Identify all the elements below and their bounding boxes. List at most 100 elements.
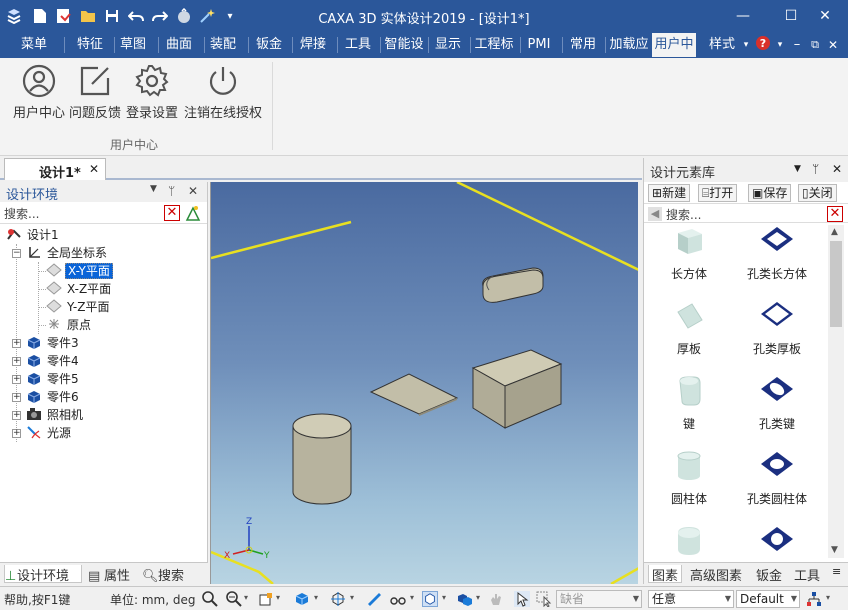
panel-close-icon[interactable]: ✕ bbox=[832, 162, 842, 176]
menu-item-tools[interactable]: 工具 bbox=[340, 33, 376, 57]
scroll-down-icon[interactable]: ▼ bbox=[831, 545, 838, 555]
tree-item-camera[interactable]: 照相机 bbox=[26, 406, 85, 424]
tree-expand-icon[interactable]: + bbox=[12, 429, 21, 438]
tab-close-icon[interactable]: ✕ bbox=[89, 162, 99, 176]
part-dropdown-icon[interactable]: ▾ bbox=[476, 593, 480, 602]
tree-item-global-coords[interactable]: 全局坐标系 bbox=[26, 244, 109, 262]
tab-primitives[interactable]: 图素 bbox=[648, 565, 682, 584]
zoom-dropdown-icon[interactable]: ▾ bbox=[244, 593, 248, 602]
lib-item-hole-plate[interactable]: 孔类厚板 bbox=[732, 300, 822, 372]
tree-expand-icon[interactable]: + bbox=[12, 339, 21, 348]
tree-expand-icon[interactable]: + bbox=[12, 375, 21, 384]
library-scrollbar[interactable]: ▲ ▼ bbox=[828, 225, 844, 558]
shading-icon[interactable] bbox=[366, 591, 382, 607]
menu-item-welding[interactable]: 焊接 bbox=[296, 33, 330, 57]
menu-item-style[interactable]: 样式 bbox=[704, 33, 740, 57]
menu-item-assembly[interactable]: 装配 bbox=[206, 33, 240, 57]
select-dotted-icon[interactable] bbox=[536, 591, 552, 607]
tab-advanced-primitives[interactable]: 高级图素 bbox=[690, 565, 742, 584]
back-arrow-icon[interactable]: ◀ bbox=[648, 207, 662, 221]
view-box-icon[interactable] bbox=[258, 591, 274, 607]
tree-item-light[interactable]: 光源 bbox=[26, 424, 73, 442]
menu-item-feature[interactable]: 特征 bbox=[68, 33, 112, 57]
lib-item-cylinder[interactable]: 圆柱体 bbox=[644, 450, 734, 522]
tree-item-design1[interactable]: 设计1 bbox=[6, 226, 61, 244]
lib-item-key[interactable]: 键 bbox=[644, 375, 734, 447]
menu-item-sheet-metal[interactable]: 钣金 bbox=[252, 33, 286, 57]
cylinder-solid[interactable] bbox=[292, 413, 352, 505]
tree-item-part4[interactable]: 零件4 bbox=[26, 352, 81, 370]
library-new-button[interactable]: ⊞新建 bbox=[648, 184, 691, 202]
doc-close-icon[interactable]: ✕ bbox=[826, 33, 840, 57]
menu-item-pmi[interactable]: PMI bbox=[522, 33, 556, 57]
hand-pan-icon[interactable] bbox=[488, 591, 504, 607]
menu-item-load-app[interactable]: 加载应 bbox=[607, 33, 651, 57]
tree-search-input[interactable]: 搜索... bbox=[4, 205, 39, 222]
lib-item-hole-cylinder[interactable]: 孔类圆柱体 bbox=[732, 450, 822, 522]
panel-menu-icon[interactable]: ▼ bbox=[794, 164, 801, 174]
tree-item-part3[interactable]: 零件3 bbox=[26, 334, 81, 352]
minimize-button[interactable]: — bbox=[720, 0, 766, 32]
key-solid[interactable] bbox=[482, 267, 544, 303]
menu-item-smart-design[interactable]: 智能设 bbox=[382, 33, 426, 57]
zoom-fit-icon[interactable] bbox=[202, 591, 218, 607]
tree-item-origin[interactable]: 原点 bbox=[46, 316, 93, 334]
3d-viewport[interactable]: Z X Y bbox=[210, 182, 638, 584]
plate-solid[interactable] bbox=[369, 373, 459, 416]
lib-item-hole-key[interactable]: 孔类键 bbox=[732, 375, 822, 447]
tree-item-part6[interactable]: 零件6 bbox=[26, 388, 81, 406]
network-dropdown-icon[interactable]: ▾ bbox=[826, 593, 830, 602]
menu-item-user-center[interactable]: 用户中 bbox=[652, 33, 696, 57]
tree-expand-icon[interactable]: + bbox=[12, 357, 21, 366]
select-arrow-icon[interactable] bbox=[514, 591, 530, 607]
lib-item-thick-plate[interactable]: 厚板 bbox=[644, 300, 734, 372]
panel-close-icon[interactable]: ✕ bbox=[188, 184, 198, 198]
glasses-dropdown-icon[interactable]: ▾ bbox=[410, 593, 414, 602]
style-dropdown-icon[interactable]: ▾ bbox=[742, 33, 750, 57]
tab-properties[interactable]: ▤ 属性 bbox=[88, 565, 130, 584]
lib-item-hole-rounded[interactable] bbox=[732, 525, 822, 558]
menu-item-common[interactable]: 常用 bbox=[565, 33, 601, 57]
filter-combo-default[interactable]: 缺省 ▼ bbox=[556, 590, 642, 608]
tree-item-xz-plane[interactable]: X-Z平面 bbox=[46, 280, 113, 298]
library-open-button[interactable]: ⌸打开 bbox=[698, 184, 738, 202]
tree-collapse-icon[interactable]: − bbox=[12, 249, 21, 258]
panel-pin-icon[interactable]: ᛘ bbox=[168, 184, 175, 198]
clear-search-icon[interactable]: ✕ bbox=[164, 205, 180, 221]
tree-item-part5[interactable]: 零件5 bbox=[26, 370, 81, 388]
library-search-input[interactable]: 搜索... bbox=[666, 206, 701, 223]
logout-license-button[interactable]: 注销在线授权 bbox=[184, 64, 262, 121]
tab-design-environment[interactable]: ⊥设计环境 bbox=[4, 565, 82, 584]
menu-item-menu[interactable]: 菜单 bbox=[8, 33, 60, 57]
render-dropdown-icon[interactable]: ▾ bbox=[314, 593, 318, 602]
user-center-button[interactable]: 用户中心 bbox=[12, 64, 66, 121]
filter-combo-default2[interactable]: Default ▼ bbox=[736, 590, 800, 608]
close-button[interactable]: ✕ bbox=[802, 0, 848, 32]
network-icon[interactable] bbox=[806, 591, 822, 607]
library-save-button[interactable]: ▣保存 bbox=[748, 184, 792, 202]
library-close-button[interactable]: ▯关闭 bbox=[798, 184, 837, 202]
tree-item-yz-plane[interactable]: Y-Z平面 bbox=[46, 298, 111, 316]
tree-item-xy-plane[interactable]: X-Y平面 bbox=[46, 262, 113, 280]
render-mode-icon[interactable] bbox=[294, 591, 310, 607]
menu-item-sketch[interactable]: 草图 bbox=[116, 33, 150, 57]
panel-menu-icon[interactable]: ▼ bbox=[150, 184, 157, 194]
box-solid[interactable] bbox=[471, 349, 563, 429]
zoom-icon[interactable] bbox=[226, 591, 242, 607]
doc-restore-icon[interactable]: ⧉ bbox=[808, 33, 822, 57]
view-dropdown-icon[interactable]: ▾ bbox=[276, 593, 280, 602]
tree-expand-icon[interactable]: + bbox=[12, 411, 21, 420]
orient-dropdown-icon[interactable]: ▾ bbox=[350, 593, 354, 602]
filter-combo-any[interactable]: 任意 ▼ bbox=[648, 590, 734, 608]
tab-search[interactable]: 🔍︎搜索 bbox=[142, 565, 184, 584]
help-dropdown-icon[interactable]: ▾ bbox=[776, 33, 784, 57]
doc-minimize-icon[interactable]: – bbox=[790, 33, 804, 57]
tabs-overflow-icon[interactable]: ≡ bbox=[832, 565, 841, 578]
multi-part-icon[interactable] bbox=[456, 591, 472, 607]
tab-sheet-metal[interactable]: 钣金 bbox=[756, 565, 782, 584]
lib-item-hole-box[interactable]: 孔类长方体 bbox=[732, 225, 822, 297]
display-mode-icon[interactable] bbox=[422, 591, 438, 607]
login-settings-button[interactable]: 登录设置 bbox=[125, 64, 179, 121]
panel-pin-icon[interactable]: ᛘ bbox=[812, 162, 819, 176]
menu-item-engineering-annotation[interactable]: 工程标 bbox=[472, 33, 516, 57]
